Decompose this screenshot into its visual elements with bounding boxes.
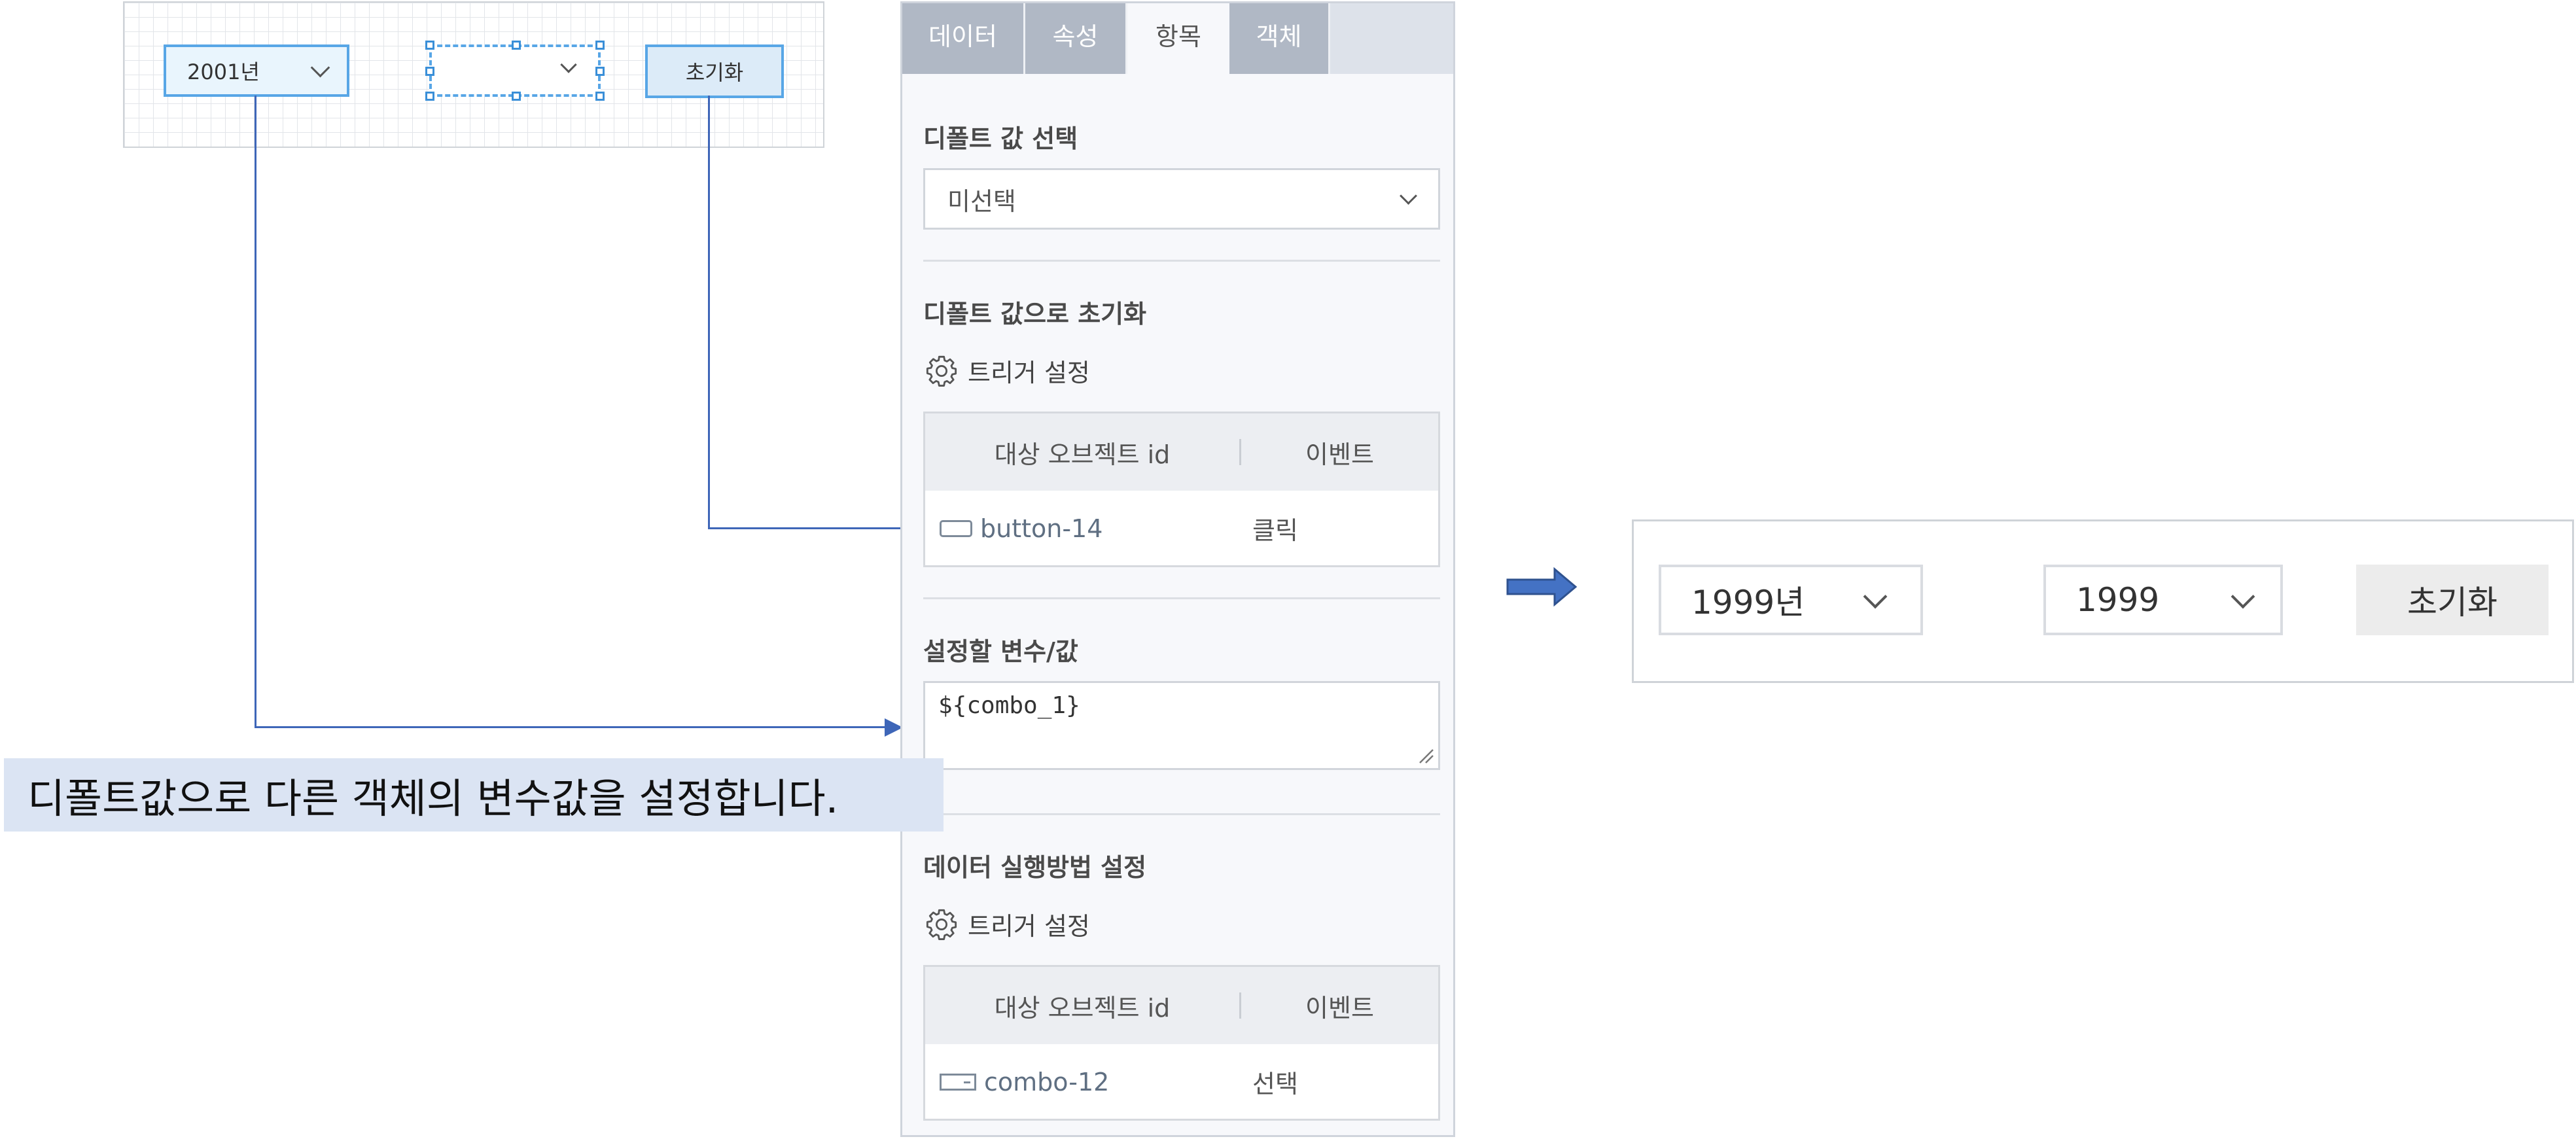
tab-properties[interactable]: 속성	[1025, 3, 1127, 74]
chevron-down-icon	[2231, 584, 2255, 609]
result-preview: 1999년 1999 초기화	[1632, 519, 2574, 683]
divider	[923, 813, 1440, 815]
design-canvas: 2001년 초기화	[123, 1, 824, 148]
divider	[923, 597, 1440, 599]
row-object: combo-12	[925, 1068, 1239, 1096]
connector-line	[708, 96, 710, 529]
header-event: 이벤트	[1305, 993, 1374, 1023]
reset-default-title: 디폴트 값으로 초기화	[923, 300, 1147, 328]
result-reset-button[interactable]: 초기화	[2356, 565, 2549, 635]
trigger-settings-link[interactable]: 트리거 설정	[925, 353, 1090, 389]
divider	[923, 260, 1440, 262]
resize-grip-icon[interactable]	[1417, 747, 1434, 764]
trigger-settings-link[interactable]: 트리거 설정	[925, 906, 1090, 942]
resize-handle[interactable]	[425, 41, 434, 50]
header-event: 이벤트	[1305, 440, 1374, 469]
chevron-down-icon	[310, 58, 330, 77]
connector-line	[708, 527, 916, 529]
tab-label: 데이터	[928, 22, 997, 51]
connector-line	[255, 726, 904, 728]
variable-value: ${combo_1}	[938, 692, 1080, 719]
trigger-table: 대상 오브젝트 id 이벤트 button-14 클릭	[923, 412, 1440, 567]
combo-value: 1999년	[1691, 584, 1805, 622]
variable-textarea[interactable]: ${combo_1}	[923, 681, 1440, 770]
connector-line	[255, 96, 256, 727]
data-execution-title: 데이터 실행방법 설정	[923, 853, 1147, 882]
trigger-settings-label: 트리거 설정	[968, 912, 1090, 941]
header-object-id: 대상 오브젝트 id	[994, 993, 1171, 1023]
table-header: 대상 오브젝트 id 이벤트	[925, 967, 1438, 1044]
explanation-note: 디폴트값으로 다른 객체의 변수값을 설정합니다.	[4, 758, 944, 832]
right-arrow-icon	[1506, 567, 1578, 607]
tab-data[interactable]: 데이터	[902, 3, 1025, 74]
tab-bar: 데이터 속성 항목 객체	[902, 3, 1453, 74]
row-event: 클릭	[1252, 516, 1298, 545]
tab-objects[interactable]: 객체	[1229, 3, 1330, 74]
tab-items[interactable]: 항목	[1127, 3, 1229, 74]
result-year-combo[interactable]: 1999년	[1659, 565, 1923, 635]
row-event: 선택	[1252, 1070, 1298, 1098]
tab-label: 항목	[1156, 22, 1201, 51]
combo-icon	[940, 1073, 976, 1091]
resize-handle[interactable]	[425, 67, 434, 76]
variable-title: 설정할 변수/값	[923, 637, 1078, 666]
result-combo[interactable]: 1999	[2043, 565, 2283, 635]
resize-handle[interactable]	[595, 41, 605, 50]
row-object-id: combo-12	[984, 1067, 1110, 1096]
resize-handle[interactable]	[512, 41, 521, 50]
reset-button[interactable]: 초기화	[645, 44, 784, 98]
selected-empty-combo[interactable]	[425, 41, 605, 101]
tab-label: 속성	[1052, 22, 1099, 51]
header-object-id: 대상 오브젝트 id	[994, 440, 1171, 469]
year-combo[interactable]: 2001년	[164, 44, 349, 97]
gear-icon	[926, 909, 957, 940]
chevron-down-icon	[560, 56, 577, 73]
button-icon	[940, 519, 972, 537]
resize-handle[interactable]	[425, 92, 434, 101]
select-value: 미선택	[947, 186, 1016, 216]
tab-label: 객체	[1256, 22, 1302, 51]
property-panel: 데이터 속성 항목 객체 디폴트 값 선택 미선택 디폴트 값으로 초기화 트리…	[900, 1, 1455, 1137]
trigger-settings-label: 트리거 설정	[968, 359, 1090, 387]
table-row[interactable]: combo-12 선택	[925, 1044, 1438, 1119]
table-row[interactable]: button-14 클릭	[925, 491, 1438, 566]
table-header: 대상 오브젝트 id 이벤트	[925, 413, 1438, 491]
chevron-down-icon	[1400, 186, 1417, 205]
row-object-id: button-14	[980, 514, 1103, 543]
chevron-down-icon	[1863, 584, 1888, 609]
default-value-title: 디폴트 값 선택	[923, 124, 1078, 153]
trigger-table: 대상 오브젝트 id 이벤트 combo-12 선택	[923, 965, 1440, 1121]
gear-icon	[926, 355, 957, 387]
year-combo-value: 2001년	[187, 60, 260, 84]
default-value-select[interactable]: 미선택	[923, 168, 1440, 230]
resize-handle[interactable]	[595, 67, 605, 76]
row-object: button-14	[925, 514, 1239, 543]
resize-handle[interactable]	[512, 92, 521, 101]
resize-handle[interactable]	[595, 92, 605, 101]
combo-value: 1999	[2076, 581, 2160, 619]
